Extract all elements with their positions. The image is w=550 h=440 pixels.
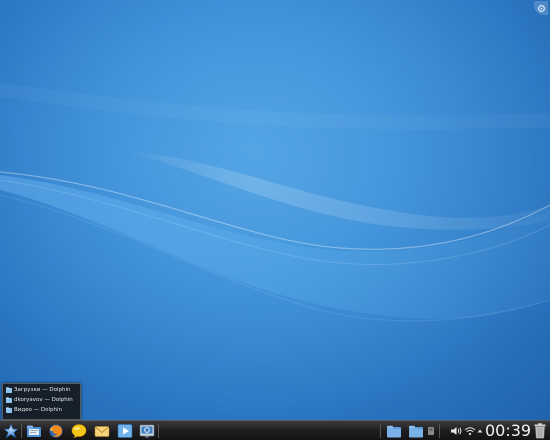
- task-item-downloads[interactable]: Загрузки — Dolphin: [3, 385, 80, 395]
- media-player-icon: [117, 424, 133, 438]
- kickoff-menu-icon: [3, 423, 19, 439]
- device-notifier[interactable]: [425, 422, 437, 440]
- firefox-launcher[interactable]: [47, 422, 65, 440]
- application-launcher-button[interactable]: [2, 422, 20, 440]
- task-item-home[interactable]: dkoryavov — Dolphin: [3, 395, 80, 405]
- dolphin-icon: [6, 387, 12, 393]
- system-settings-launcher[interactable]: [138, 422, 156, 440]
- folder-icon: [409, 425, 423, 437]
- tray-expand-icon: [477, 429, 483, 433]
- firefox-icon: [49, 424, 63, 438]
- desktop[interactable]: Загрузки — Dolphin dkoryavov — Dolphin В…: [0, 0, 550, 420]
- taskbar-popup: Загрузки — Dolphin dkoryavov — Dolphin В…: [2, 383, 81, 420]
- file-manager-icon: [27, 425, 41, 437]
- chat-icon: [71, 424, 87, 438]
- mail-icon: [94, 426, 110, 437]
- system-settings-icon: [139, 424, 155, 438]
- task-item-label: dkoryavov — Dolphin: [14, 397, 73, 403]
- digital-clock[interactable]: 00:39: [485, 421, 531, 440]
- volume-control[interactable]: [449, 422, 463, 440]
- panel-separator: [439, 424, 440, 438]
- device-notifier-icon: [428, 427, 434, 435]
- trash-applet[interactable]: [532, 422, 548, 440]
- dolphin-icon: [6, 407, 12, 413]
- wallpaper: [0, 0, 550, 420]
- bottom-panel: 00:39: [0, 420, 550, 440]
- task-item-video[interactable]: Видео — Dolphin: [3, 405, 80, 415]
- media-player-launcher[interactable]: [116, 422, 134, 440]
- panel-separator: [158, 424, 159, 438]
- task-item-label: Загрузки — Dolphin: [14, 387, 71, 393]
- file-manager-launcher[interactable]: [25, 422, 43, 440]
- chat-launcher[interactable]: [70, 422, 88, 440]
- panel-separator: [380, 424, 381, 438]
- tray-folder-1[interactable]: [385, 422, 403, 440]
- panel-separator: [21, 424, 22, 438]
- network-manager[interactable]: [463, 422, 476, 440]
- volume-icon: [450, 427, 461, 435]
- task-item-label: Видео — Dolphin: [14, 407, 63, 413]
- tray-expand-button[interactable]: [476, 422, 484, 440]
- dolphin-icon: [6, 397, 12, 403]
- mail-launcher[interactable]: [93, 422, 111, 440]
- network-icon: [464, 427, 475, 436]
- trash-icon: [534, 423, 546, 439]
- tray-folder-2[interactable]: [407, 422, 425, 440]
- folder-icon: [387, 425, 401, 437]
